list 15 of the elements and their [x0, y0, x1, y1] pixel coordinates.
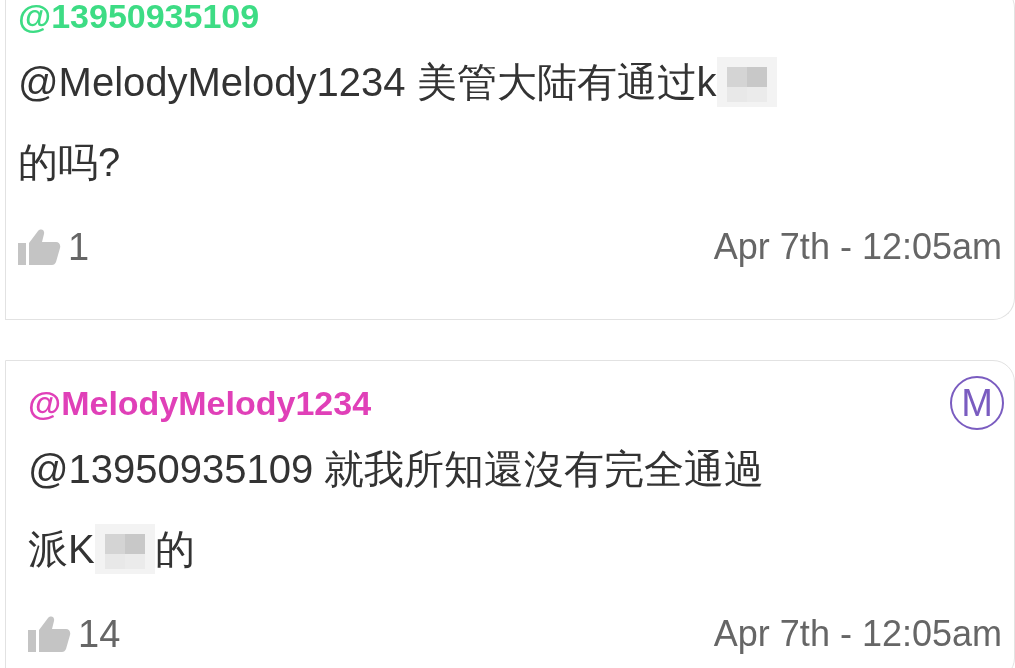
comment-text: 派K: [28, 525, 95, 573]
comment-text: 的: [154, 525, 195, 573]
thumbs-up-icon[interactable]: [28, 616, 72, 652]
mosaic-blur: [716, 57, 777, 107]
mosaic-blur: [94, 524, 155, 574]
comment-author[interactable]: @MelodyMelody1234: [28, 383, 372, 423]
comment-text: 的吗?: [18, 138, 121, 186]
comment-time: Apr 7th - 12:05am: [713, 226, 1002, 268]
comment-text: @13950935109 就我所知還沒有完全通過: [28, 445, 765, 493]
thumbs-up-icon[interactable]: [18, 229, 62, 265]
comment-time: Apr 7th - 12:05am: [713, 613, 1002, 655]
like-count: 14: [78, 612, 121, 656]
moderator-badge: M: [950, 376, 1004, 430]
comment-text: @MelodyMelody1234 美管大陆有通过k: [18, 58, 717, 106]
like-count: 1: [68, 225, 90, 269]
